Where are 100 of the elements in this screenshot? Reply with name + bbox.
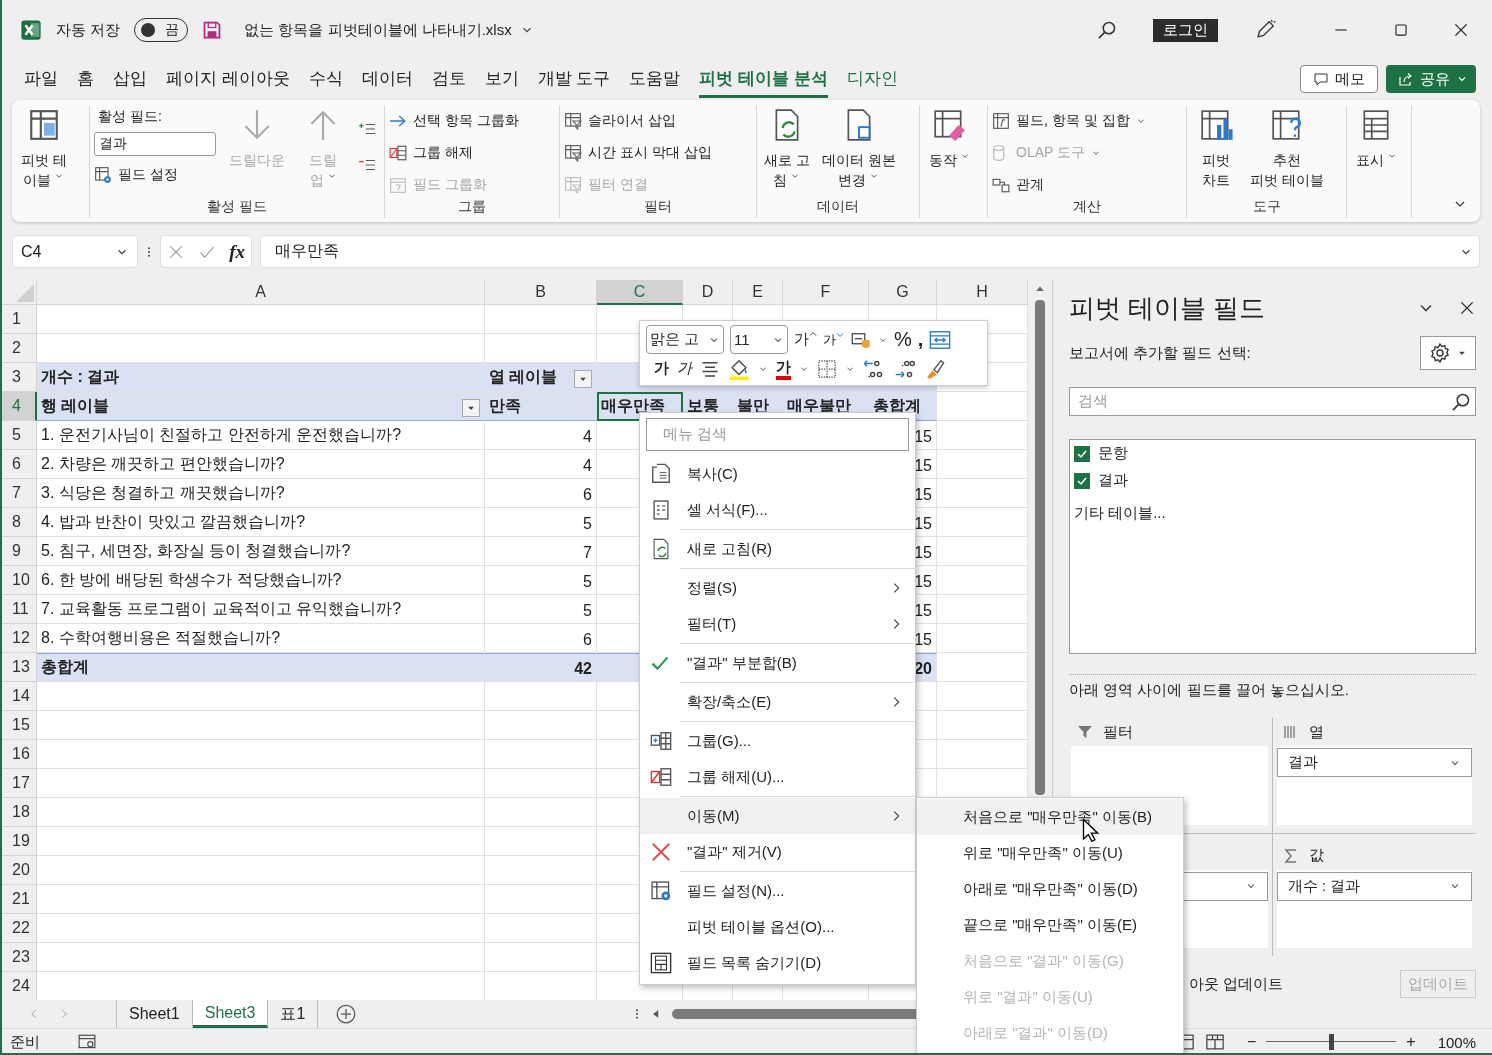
field-item[interactable]: 결과 bbox=[1074, 471, 1128, 490]
column-header[interactable]: D bbox=[683, 280, 733, 305]
font-color-button[interactable]: 가 bbox=[776, 357, 791, 380]
login-button[interactable]: 로그인 bbox=[1153, 18, 1218, 42]
row-header[interactable]: 16 bbox=[2, 740, 37, 769]
column-header[interactable]: E bbox=[733, 280, 783, 305]
zoom-in-button[interactable]: + bbox=[1406, 1033, 1416, 1051]
menu-item[interactable]: 필드 설정(N)... bbox=[640, 873, 915, 909]
sheet-cell: 5 bbox=[485, 595, 597, 624]
ribbon-tab[interactable]: 파일 bbox=[24, 60, 58, 98]
ribbon-tab[interactable]: 홈 bbox=[77, 60, 94, 98]
row-header[interactable]: 13 bbox=[2, 653, 37, 682]
row-header[interactable]: 9 bbox=[2, 537, 37, 566]
area-label: 값 bbox=[1308, 846, 1324, 865]
menu-item[interactable]: "결과" 제거(V) bbox=[640, 834, 915, 870]
sheet-cell: 6 bbox=[485, 479, 597, 508]
row-header[interactable]: 10 bbox=[2, 566, 37, 595]
ribbon-button[interactable]: 시간 표시 막대 삽입 bbox=[564, 140, 712, 166]
column-header[interactable]: H bbox=[937, 280, 1028, 305]
row-header[interactable]: 7 bbox=[2, 479, 37, 508]
italic-button[interactable]: 가 bbox=[677, 359, 692, 378]
row-header[interactable]: 4 bbox=[2, 392, 37, 421]
row-header[interactable]: 6 bbox=[2, 450, 37, 479]
column-header[interactable]: A bbox=[37, 280, 485, 305]
column-header[interactable]: G bbox=[869, 280, 937, 305]
row-header[interactable]: 5 bbox=[2, 421, 37, 450]
menu-item[interactable]: 그룹 해제(U)... bbox=[640, 759, 915, 795]
ribbon-button[interactable]: 그룹 해제 bbox=[389, 140, 519, 166]
row-header[interactable]: 1 bbox=[2, 305, 37, 334]
ribbon-tab[interactable]: 삽입 bbox=[113, 60, 147, 98]
shrink-font-button[interactable]: 가 bbox=[823, 330, 844, 349]
ribbon-button[interactable]: 데이터 원본 변경 bbox=[818, 106, 899, 192]
ribbon-button[interactable]: 필드, 항목 및 집합 bbox=[992, 108, 1146, 134]
menu-item[interactable]: 그룹(G)... bbox=[640, 723, 915, 759]
name-box[interactable]: C4 bbox=[12, 235, 138, 268]
font-size-field[interactable]: 11 bbox=[730, 325, 788, 354]
ribbon-button[interactable]: 동작 bbox=[924, 106, 974, 172]
ribbon-tab[interactable]: 검토 bbox=[431, 60, 466, 98]
menu-item[interactable]: 끝으로 "매우만족" 이동(E) bbox=[917, 907, 1183, 943]
ribbon-tab[interactable]: 데이터 bbox=[361, 60, 413, 98]
row-header[interactable]: 20 bbox=[2, 856, 37, 885]
row-header[interactable]: 15 bbox=[2, 711, 37, 740]
row-header[interactable]: 18 bbox=[2, 798, 37, 827]
row-header[interactable]: 14 bbox=[2, 682, 37, 711]
ribbon-button[interactable]: 피벗 테 이블 bbox=[18, 106, 70, 192]
sheet-tab[interactable]: Sheet3 bbox=[192, 1000, 269, 1028]
menu-item[interactable]: 이동(M) bbox=[640, 798, 915, 834]
ribbon-tab[interactable]: 보기 bbox=[484, 60, 519, 98]
formula-input[interactable]: 매우만족 bbox=[260, 235, 1480, 268]
font-name-field[interactable]: 맑은 고 bbox=[646, 325, 724, 354]
bold-button[interactable]: 가 bbox=[654, 359, 669, 378]
column-header[interactable]: C bbox=[597, 280, 683, 305]
comma-button[interactable]: , bbox=[917, 328, 924, 351]
menu-item[interactable]: 필드 목록 숨기기(D) bbox=[640, 945, 915, 981]
ribbon-button[interactable]: 새로 고 침 bbox=[761, 106, 813, 192]
ribbon-tab[interactable]: 페이지 레이아웃 bbox=[166, 60, 290, 98]
row-header[interactable]: 3 bbox=[2, 363, 37, 392]
row-header[interactable]: 12 bbox=[2, 624, 37, 653]
insert-function-button[interactable]: fx bbox=[229, 240, 245, 263]
sheet-cell[interactable]: 만족 bbox=[485, 392, 597, 421]
ribbon-button[interactable]: 관계 bbox=[992, 172, 1146, 198]
memo-button[interactable]: 메모 bbox=[1300, 65, 1378, 93]
row-header[interactable]: 22 bbox=[2, 914, 37, 943]
row-header[interactable]: 2 bbox=[2, 334, 37, 363]
column-header[interactable]: F bbox=[783, 280, 869, 305]
menu-item[interactable]: 처음으로 "매우만족" 이동(B) bbox=[917, 799, 1183, 835]
row-header[interactable]: 11 bbox=[2, 595, 37, 624]
ribbon-button[interactable]: 표시 bbox=[1351, 106, 1401, 172]
row-header[interactable]: 8 bbox=[2, 508, 37, 537]
ribbon-button[interactable]: 추천 피벗 테이블 bbox=[1247, 106, 1327, 192]
ribbon-tab[interactable]: 피벗 테이블 분석 bbox=[699, 60, 828, 98]
menu-item[interactable]: 위로 "매우만족" 이동(U) bbox=[917, 835, 1183, 871]
ribbon-button[interactable]: 선택 항목 그룹화 bbox=[389, 108, 519, 134]
ribbon-tab[interactable]: 도움말 bbox=[629, 60, 681, 98]
menu-item[interactable]: 확장/축소(E) bbox=[640, 684, 915, 720]
ribbon-button[interactable]: 필드 설정 bbox=[94, 162, 216, 188]
more-tables-link[interactable]: 기타 테이블... bbox=[1074, 504, 1166, 523]
share-button[interactable]: 공유 bbox=[1386, 65, 1476, 93]
row-header[interactable]: 23 bbox=[2, 943, 37, 972]
menu-item[interactable]: 아래로 "매우만족" 이동(D) bbox=[917, 871, 1183, 907]
file-name-menu[interactable]: 없는 항목을 피벗테이블에 나타내기.xlsx bbox=[244, 20, 534, 40]
grow-font-button[interactable]: 가 bbox=[794, 330, 817, 349]
menu-item[interactable]: 피벗 테이블 옵션(O)... bbox=[640, 909, 915, 945]
ribbon-button[interactable]: 피벗 차트 bbox=[1191, 106, 1241, 192]
row-header[interactable]: 19 bbox=[2, 827, 37, 856]
row-header[interactable]: 21 bbox=[2, 885, 37, 914]
area-field[interactable]: 결과 bbox=[1276, 748, 1472, 777]
zoom-out-button[interactable]: − bbox=[1246, 1033, 1257, 1051]
column-header[interactable]: B bbox=[485, 280, 597, 305]
percent-button[interactable]: % bbox=[894, 328, 912, 351]
area-field[interactable]: 개수 : 결과 bbox=[1276, 871, 1472, 901]
ribbon-button[interactable]: 슬라이서 삽입 bbox=[564, 108, 712, 134]
active-field-input[interactable]: 결과 bbox=[94, 132, 216, 156]
ribbon-tab[interactable]: 개발 도구 bbox=[537, 60, 611, 98]
row-header[interactable]: 24 bbox=[2, 972, 37, 1000]
sheet-cell: 7 bbox=[485, 537, 597, 566]
ribbon-tab[interactable]: 디자인 bbox=[846, 60, 898, 98]
field-item[interactable]: 문항 bbox=[1074, 444, 1128, 463]
row-header[interactable]: 17 bbox=[2, 769, 37, 798]
ribbon-tab[interactable]: 수식 bbox=[308, 60, 343, 98]
